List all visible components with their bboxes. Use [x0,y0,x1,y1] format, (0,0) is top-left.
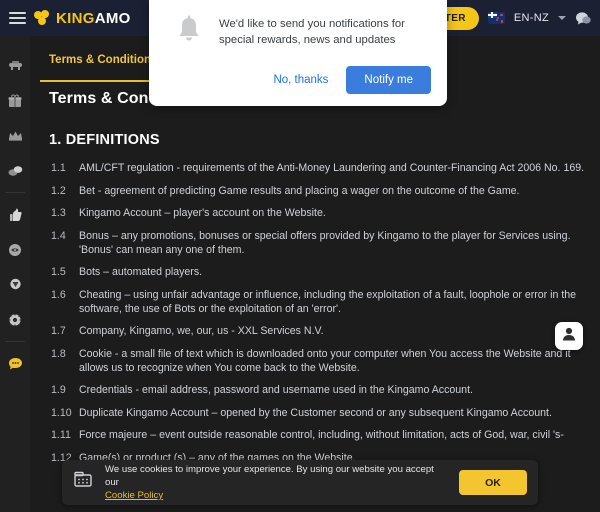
header-right-group: TER EN-NZ [431,6,600,30]
notification-dialog-body: We'd like to send you notifications for … [165,14,431,50]
support-agent-icon [561,326,577,347]
bell-icon [175,15,203,50]
clause-item: 1.4 Bonus – any promotions, bonuses or s… [49,229,592,257]
cookie-banner-text-group: We use cookies to improve your experienc… [105,463,449,502]
clause-number: 1.6 [51,288,66,301]
clause-number: 1.2 [51,184,66,197]
clause-text: Force majeure – event outside reasonable… [79,429,564,441]
sidebar-item-casino[interactable] [0,48,30,83]
clause-number: 1.11 [51,429,71,441]
sidebar-item-live[interactable] [0,232,30,267]
section-heading-definitions: 1. DEFINITIONS [49,132,160,148]
clause-item: 1.8 Cookie - a small file of text which … [49,347,592,375]
clause-text: Bots – automated players. [79,266,203,278]
tab-terms-and-conditions[interactable]: Terms & Conditions [40,36,167,82]
left-sidebar [0,36,30,512]
coin-icon [8,243,22,257]
chevron-down-icon[interactable] [558,16,566,20]
cookie-banner-text: We use cookies to improve your experienc… [105,464,434,488]
clause-text: Credentials - email address, password an… [79,384,473,396]
clause-item: 1.1 AML/CFT regulation - requirements of… [49,161,592,175]
main-content: Terms & Conditions Terms & Conditions 1.… [30,36,600,512]
clause-item: 1.7 Company, Kingamo, we, our, us - XXL … [49,324,592,338]
clause-text: Duplicate Kingamo Account – opened by th… [79,406,552,419]
clause-item: 1.3 Kingamo Account – player's account o… [49,206,592,220]
tab-active-underline [40,80,167,82]
clause-item: 1.6 Cheating – using unfair advantage or… [49,288,592,316]
clause-text: Cheating – using unfair advantage or inf… [79,288,577,315]
gear-icon [8,312,22,327]
cookie-consent-banner: We use cookies to improve your experienc… [62,460,538,505]
sidebar-divider-2 [5,341,25,342]
clause-item: 1.2 Bet - agreement of predicting Game r… [49,184,592,198]
clause-item: 1.9 Credentials - email address, passwor… [49,383,592,397]
crown-icon [8,130,23,141]
clause-number: 1.9 [51,384,66,396]
clause-text: Company, Kingamo, we, our, us - XXL Serv… [79,325,324,337]
sidebar-item-bonuses[interactable] [0,83,30,118]
logo-text-amo: AMO [94,9,131,27]
sidebar-divider [5,192,25,193]
clause-text: Bonus – any promotions, bonuses or speci… [79,229,571,256]
gift-icon [8,93,22,108]
notification-dialog-message: We'd like to send you notifications for … [219,18,405,46]
new-zealand-flag-icon [487,12,505,24]
clause-number: 1.4 [51,229,66,242]
language-selector-label[interactable]: EN-NZ [514,12,549,24]
clause-number: 1.10 [51,406,72,419]
clover-icon [34,10,51,26]
clause-number: 1.8 [51,347,66,360]
chat-bubble-icon[interactable] [575,11,591,26]
clause-number: 1.5 [51,266,66,278]
sidebar-item-support-chat[interactable] [0,346,30,381]
casino-table-icon [8,59,23,72]
cookie-ok-button[interactable]: OK [459,470,527,495]
clause-text: Cookie - a small file of text which is d… [79,347,571,374]
logo-text: KINGAMO [56,11,131,26]
sidebar-item-tournaments[interactable] [0,267,30,302]
thumb-up-icon [9,208,22,222]
notification-dialog-actions: No, thanks Notify me [165,66,431,94]
sidebar-item-jackpots[interactable] [0,153,30,188]
notification-permission-dialog: We'd like to send you notifications for … [149,0,447,106]
sidebar-item-favourites[interactable] [0,197,30,232]
clause-text: AML/CFT regulation - requirements of the… [79,162,585,174]
coins-icon [8,164,23,177]
clause-item: 1.11 Force majeure – event outside reaso… [49,428,592,442]
clause-item: 1.5 Bots – automated players. [49,265,592,279]
support-agent-button[interactable] [555,322,583,350]
site-logo[interactable]: KINGAMO [34,10,131,26]
chat-bubble-icon [8,357,23,371]
hamburger-menu-icon[interactable] [0,0,34,36]
logo-text-king: KING [56,9,95,27]
clause-list: 1.1 AML/CFT regulation - requirements of… [30,161,600,465]
cookie-icon [73,470,95,495]
sidebar-item-vip[interactable] [0,118,30,153]
sidebar-item-settings[interactable] [0,302,30,337]
clause-number: 1.1 [51,162,66,174]
tab-label: Terms & Conditions [49,54,158,66]
clause-number: 1.3 [51,207,66,219]
clause-number: 1.7 [51,325,66,337]
clause-text: Kingamo Account – player's account on th… [79,207,326,219]
page-root: KINGAMO TER EN-NZ Terms & Conditions Ter… [0,0,600,512]
trophy-icon [9,278,22,292]
cookie-policy-link[interactable]: Cookie Policy [105,490,163,501]
clause-text: Bet - agreement of predicting Game resul… [79,184,520,197]
clause-item: 1.10 Duplicate Kingamo Account – opened … [49,406,592,420]
notification-accept-button[interactable]: Notify me [346,66,431,94]
notification-decline-button[interactable]: No, thanks [261,67,340,93]
